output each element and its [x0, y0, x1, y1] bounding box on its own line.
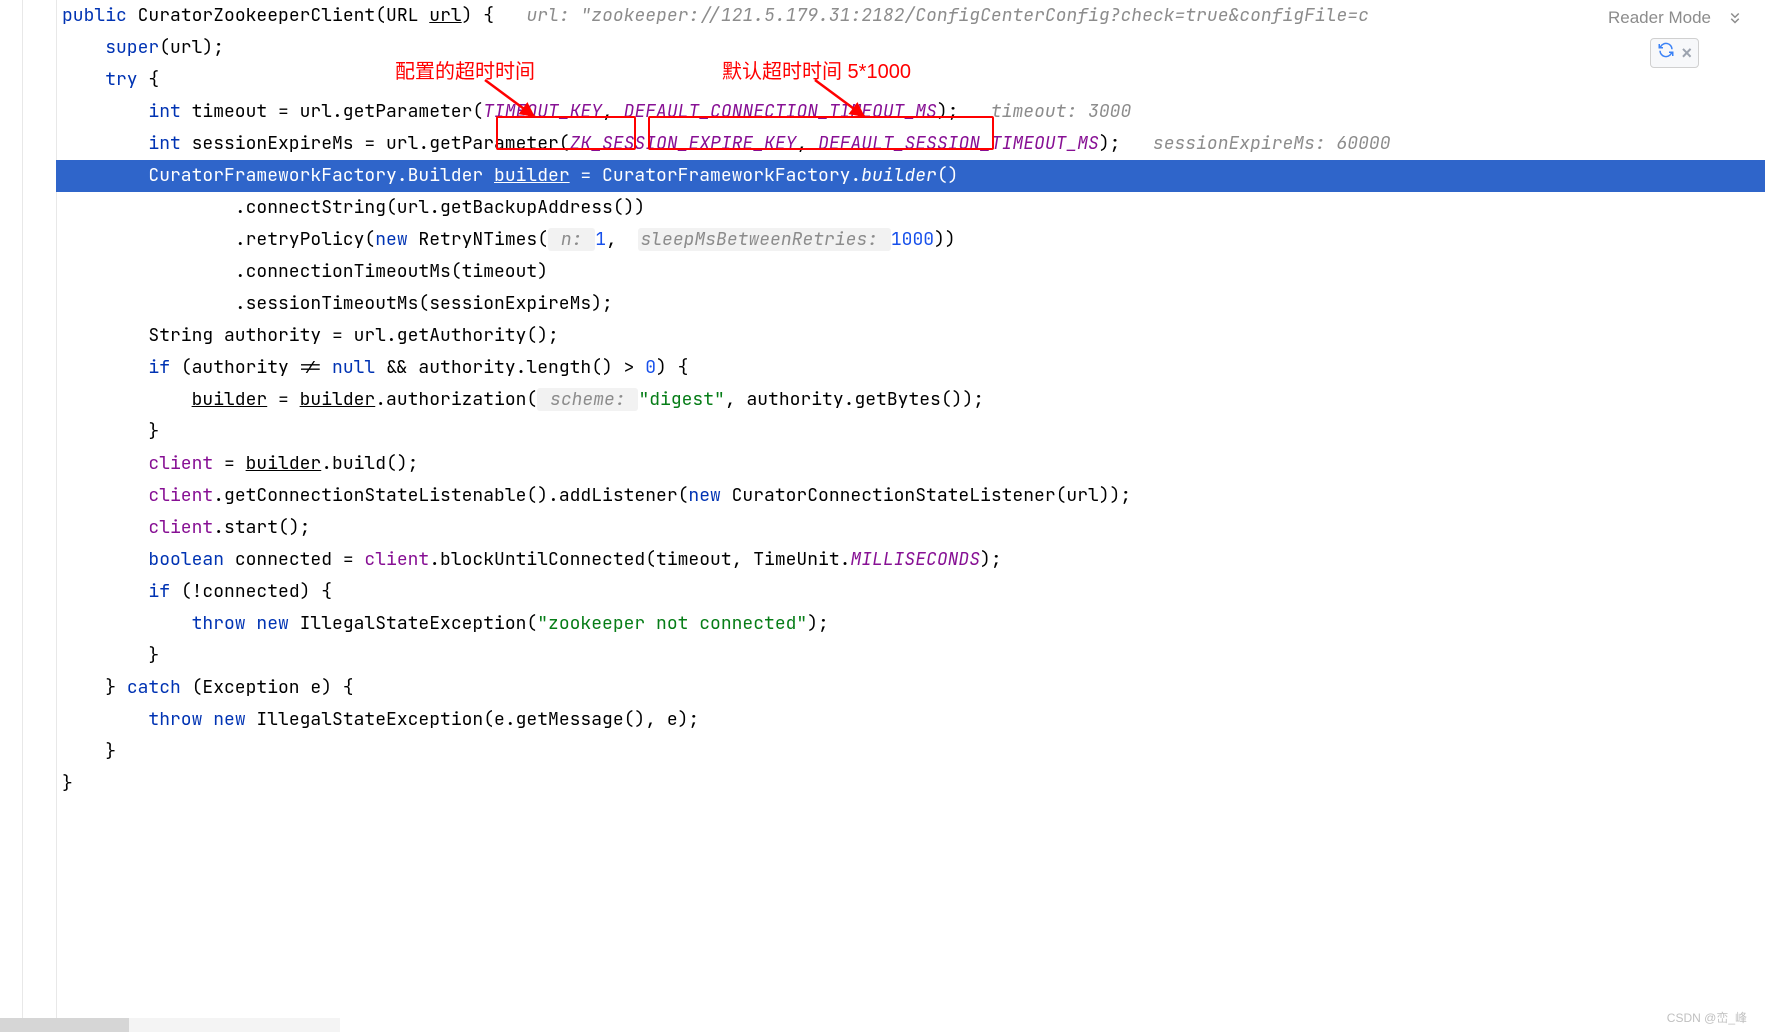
code-line[interactable]: boolean connected = client.blockUntilCon… — [56, 544, 1765, 576]
annotation-text-right: 默认超时时间 5*1000 — [722, 55, 911, 84]
inlay-hint: url: "zookeeper://121.5.179.31:2182/Conf… — [527, 4, 1369, 27]
code-line[interactable]: .connectionTimeoutMs(timeout) — [56, 256, 1765, 288]
editor-viewport: Reader Mode × public CuratorZookeeperCli… — [0, 0, 1765, 1032]
inlay-hint: timeout: 3000 — [991, 100, 1131, 123]
code-line[interactable]: } — [56, 640, 1765, 672]
code-line[interactable]: client.getConnectionStateListenable().ad… — [56, 480, 1765, 512]
code-line[interactable]: public CuratorZookeeperClient(URL url) {… — [56, 0, 1765, 32]
code-line[interactable]: } — [56, 736, 1765, 768]
fold-ruler — [22, 0, 23, 1032]
code-line[interactable]: } — [56, 416, 1765, 448]
inlay-hint: sessionExpireMs: 60000 — [1153, 132, 1391, 155]
code-line[interactable]: } catch (Exception e) { — [56, 672, 1765, 704]
annotation-text-left: 配置的超时时间 — [395, 55, 535, 84]
gutter[interactable] — [0, 0, 57, 1032]
code-line[interactable]: int timeout = url.getParameter(TIMEOUT_K… — [56, 96, 1765, 128]
code-line[interactable]: String authority = url.getAuthority(); — [56, 320, 1765, 352]
watermark: CSDN @峦_峰 — [1667, 1009, 1747, 1026]
code-line[interactable]: builder = builder.authorization( scheme:… — [56, 384, 1765, 416]
code-line[interactable]: client = builder.build(); — [56, 448, 1765, 480]
inlay-hint: sleepMsBetweenRetries: — [638, 228, 890, 251]
code-line[interactable]: .sessionTimeoutMs(sessionExpireMs); — [56, 288, 1765, 320]
code-area[interactable]: public CuratorZookeeperClient(URL url) {… — [56, 0, 1765, 1032]
code-line[interactable]: .retryPolicy(new RetryNTimes( n: 1, slee… — [56, 224, 1765, 256]
inlay-hint: n: — [548, 228, 595, 251]
code-line[interactable]: .connectString(url.getBackupAddress()) — [56, 192, 1765, 224]
code-line[interactable]: throw new IllegalStateException("zookeep… — [56, 608, 1765, 640]
code-line[interactable]: int sessionExpireMs = url.getParameter(Z… — [56, 128, 1765, 160]
scrollbar-thumb[interactable] — [0, 1018, 129, 1032]
code-line-selected[interactable]: CuratorFrameworkFactory.Builder builder … — [56, 160, 1765, 192]
horizontal-scrollbar[interactable] — [0, 1018, 340, 1032]
code-line[interactable]: client.start(); — [56, 512, 1765, 544]
code-line[interactable]: if (authority != null && authority.lengt… — [56, 352, 1765, 384]
code-line[interactable]: throw new IllegalStateException(e.getMes… — [56, 704, 1765, 736]
inlay-hint: scheme: — [537, 388, 638, 411]
code-line[interactable]: } — [56, 768, 1765, 800]
code-line[interactable]: if (!connected) { — [56, 576, 1765, 608]
